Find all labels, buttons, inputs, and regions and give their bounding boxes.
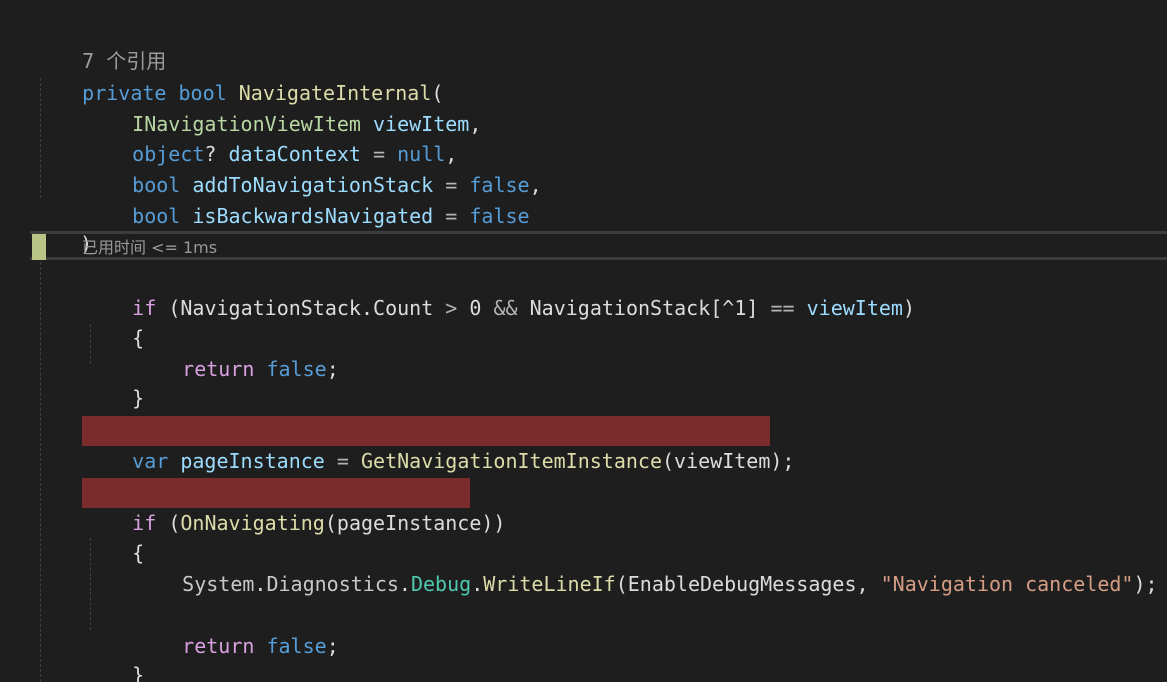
keyword-false: false	[266, 634, 327, 658]
punctuation: );	[1133, 572, 1158, 596]
method-call: OnNavigating	[180, 511, 325, 535]
class-name: Debug	[410, 572, 472, 596]
call-arguments: (pageInstance))	[324, 511, 506, 535]
performance-tip[interactable]: 已用时间 <= 1ms	[82, 237, 217, 259]
keyword-false: false	[266, 357, 327, 381]
code-line-7: )	[32, 199, 92, 256]
code-line-11: return false;	[134, 324, 339, 381]
punctuation: (	[168, 296, 181, 320]
code-line-6: bool isBackwardsNavigated = false	[84, 171, 529, 228]
keyword-bool: bool	[132, 204, 181, 228]
block-separator-top	[30, 231, 1167, 234]
code-editor[interactable]: 7 个引用 private bool NavigateInternal( INa…	[0, 0, 1167, 682]
code-line-16: if (OnNavigating(pageInstance))	[84, 478, 505, 535]
index-expression: [^1]	[710, 296, 759, 320]
punctuation: .	[398, 572, 411, 596]
property-name: NavigationStack	[180, 296, 361, 320]
operator: >	[445, 296, 458, 320]
code-line-5: bool addToNavigationStack = false,	[84, 140, 541, 197]
operator: &&	[493, 296, 518, 320]
property-name: Count	[373, 296, 434, 320]
code-line-4: object? dataContext = null,	[84, 109, 457, 166]
punctuation: )	[902, 296, 915, 320]
code-line-3: INavigationViewItem viewItem,	[84, 79, 481, 136]
code-line-18: System.Diagnostics.Debug.WriteLineIf(Ena…	[134, 539, 1157, 596]
punctuation: ;	[326, 634, 339, 658]
code-line-20: return false;	[134, 601, 339, 658]
code-line-9: if (NavigationStack.Count > 0 && Navigat…	[84, 263, 915, 320]
number-literal: 0	[469, 296, 482, 320]
indent-guide	[40, 262, 41, 682]
operator: ==	[770, 296, 795, 320]
code-line-17: {	[84, 508, 144, 565]
parameter-name: viewItem	[806, 296, 903, 320]
punctuation: }	[132, 386, 145, 410]
property-name: EnableDebugMessages	[627, 572, 857, 596]
string-literal: "Navigation canceled"	[880, 572, 1134, 596]
punctuation: ,	[469, 112, 482, 136]
local-variable: pageInstance	[180, 449, 325, 473]
operator: =	[336, 449, 349, 473]
parameter-name: isBackwardsNavigated	[192, 204, 434, 228]
punctuation: .	[471, 572, 484, 596]
punctuation: .	[360, 296, 374, 320]
punctuation: (	[615, 572, 628, 596]
keyword-return: return	[182, 357, 255, 381]
method-call: GetNavigationItemInstance	[360, 449, 663, 473]
punctuation: ;	[326, 357, 339, 381]
namespace-name: System	[182, 572, 255, 596]
property-name: NavigationStack	[529, 296, 711, 320]
call-arguments: (viewItem);	[662, 449, 795, 473]
method-call: WriteLineIf	[483, 572, 616, 596]
code-line-12: }	[84, 353, 144, 410]
punctuation: ,	[856, 572, 869, 596]
keyword-return: return	[182, 634, 255, 658]
punctuation: .	[254, 572, 267, 596]
code-line-14: var pageInstance = GetNavigationItemInst…	[84, 416, 794, 473]
codelens-references-line: 7 个引用	[34, 16, 166, 73]
keyword-false: false	[469, 204, 530, 228]
punctuation: }	[132, 663, 145, 682]
operator: =	[445, 204, 458, 228]
code-line-10: {	[84, 293, 144, 350]
namespace-name: Diagnostics	[266, 572, 399, 596]
code-line-2: private bool NavigateInternal(	[34, 48, 443, 105]
keyword-var: var	[132, 449, 169, 473]
punctuation: ,	[529, 173, 542, 197]
code-line-21: }	[84, 630, 144, 682]
punctuation: (	[168, 511, 181, 535]
